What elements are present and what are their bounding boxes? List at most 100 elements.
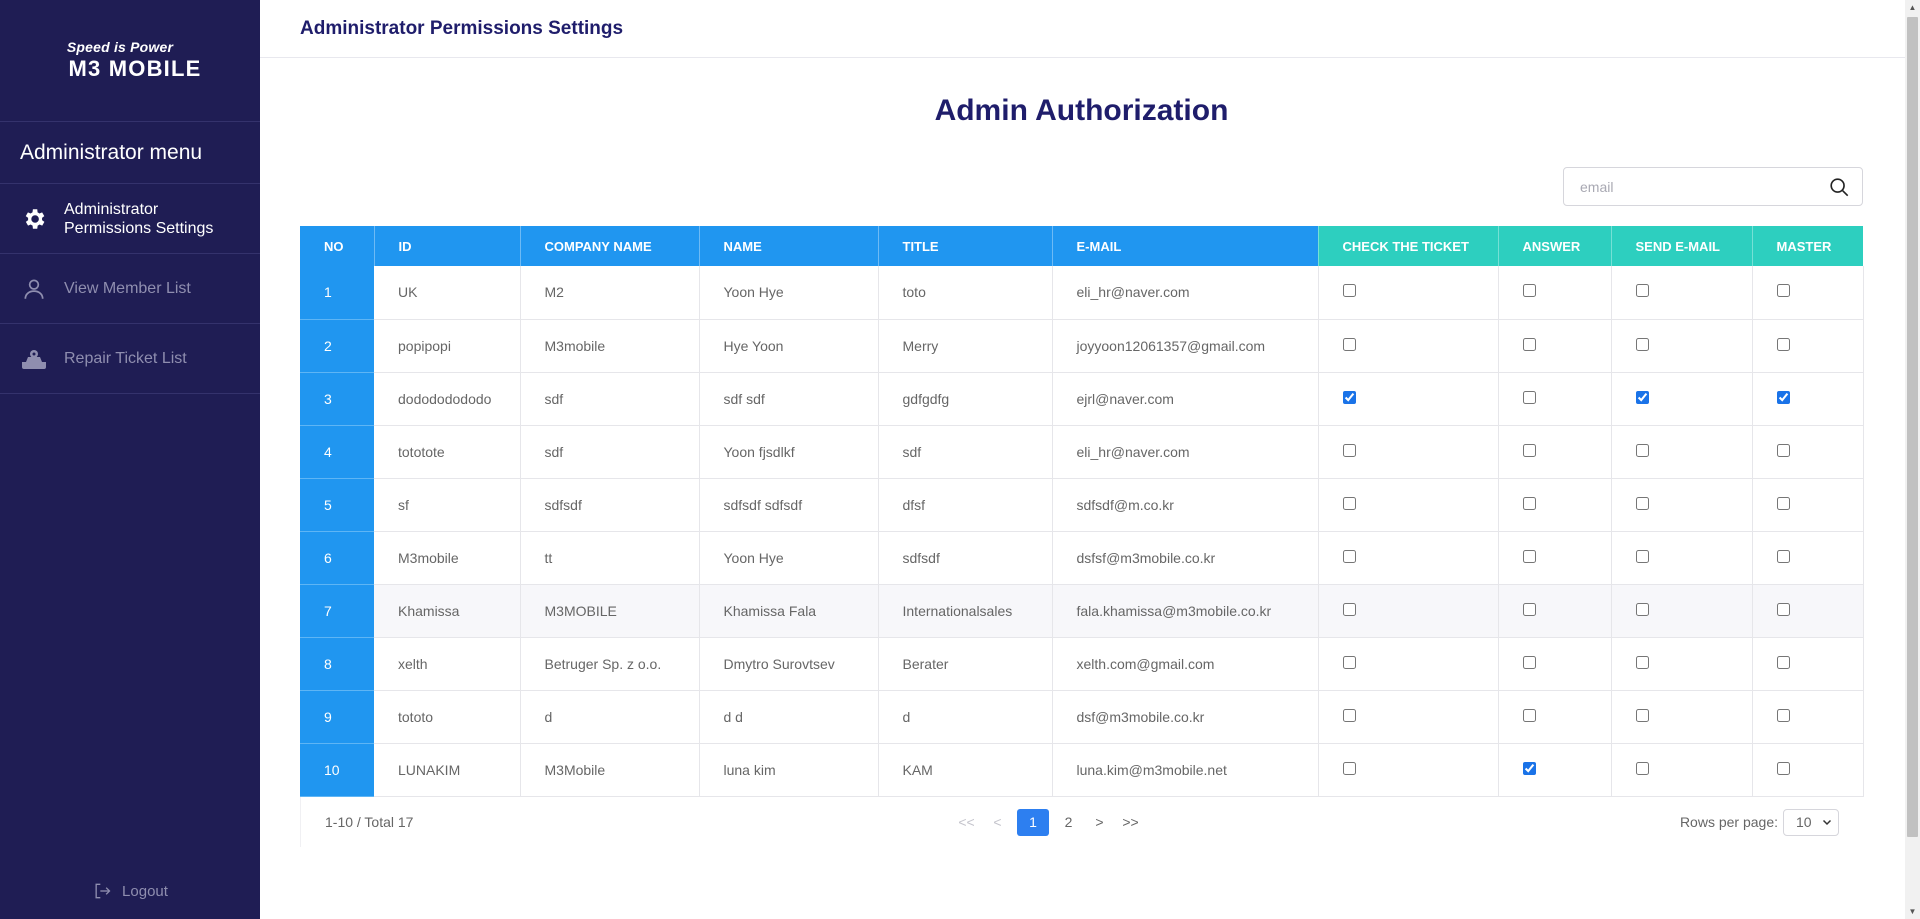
- send-email-checkbox[interactable]: [1635, 602, 1649, 616]
- send-email-checkbox[interactable]: [1635, 708, 1649, 722]
- master-checkbox[interactable]: [1776, 337, 1790, 351]
- pagination: << < 1 2 > >>: [951, 808, 1146, 836]
- check-ticket-checkbox[interactable]: [1342, 655, 1356, 669]
- answer-checkbox[interactable]: [1522, 655, 1536, 669]
- answer-checkbox[interactable]: [1522, 284, 1536, 298]
- last-page-button[interactable]: >>: [1115, 814, 1146, 830]
- answer-checkbox[interactable]: [1522, 496, 1536, 510]
- page-button-1[interactable]: 1: [1017, 808, 1049, 836]
- email-search-input[interactable]: [1580, 178, 1828, 195]
- column-header-answer[interactable]: ANSWER: [1498, 226, 1612, 266]
- answer-checkbox[interactable]: [1522, 602, 1536, 616]
- page-button-2[interactable]: 2: [1053, 814, 1084, 830]
- column-header-company-name[interactable]: COMPANY NAME: [520, 226, 700, 266]
- cell-no: 7: [300, 584, 374, 638]
- cell-user-id: sf: [374, 478, 521, 532]
- answer-checkbox[interactable]: [1522, 337, 1536, 351]
- scroll-up-arrow[interactable]: ▲: [1905, 0, 1920, 15]
- sidebar-item-label: Administrator Permissions Settings: [64, 200, 213, 238]
- check-ticket-checkbox[interactable]: [1342, 602, 1356, 616]
- table-header-row: NO ID COMPANY NAME NAME TITLE E-MAIL CHE…: [300, 226, 1864, 266]
- cell-title: d: [878, 690, 1053, 744]
- cell-title: dfsf: [878, 478, 1053, 532]
- column-header-title[interactable]: TITLE: [878, 226, 1053, 266]
- check-ticket-checkbox[interactable]: [1342, 337, 1356, 351]
- check-ticket-checkbox[interactable]: [1342, 761, 1356, 775]
- column-header-check-ticket[interactable]: CHECK THE TICKET: [1318, 226, 1499, 266]
- column-header-id[interactable]: ID: [374, 226, 521, 266]
- admin-table: NO ID COMPANY NAME NAME TITLE E-MAIL CHE…: [300, 226, 1864, 797]
- cell-check-ticket: [1318, 637, 1499, 691]
- cell-answer: [1498, 637, 1612, 691]
- check-ticket-checkbox[interactable]: [1342, 708, 1356, 722]
- search-icon[interactable]: [1828, 176, 1850, 198]
- sidebar-item-view-member-list[interactable]: View Member List: [0, 254, 260, 324]
- master-checkbox[interactable]: [1776, 390, 1790, 404]
- cell-master: [1752, 531, 1864, 585]
- send-email-checkbox[interactable]: [1635, 390, 1649, 404]
- answer-checkbox[interactable]: [1522, 443, 1536, 457]
- pagination-range: 1-10 / Total 17: [325, 814, 414, 830]
- sidebar-item-repair-ticket-list[interactable]: Repair Ticket List: [0, 324, 260, 394]
- cell-no: 2: [300, 319, 374, 373]
- send-email-checkbox[interactable]: [1635, 761, 1649, 775]
- logo[interactable]: Speed is Power M3 MOBILE: [0, 0, 260, 122]
- master-checkbox[interactable]: [1776, 284, 1790, 298]
- cell-email: eli_hr@naver.com: [1052, 425, 1319, 479]
- logout-button[interactable]: Logout: [0, 881, 260, 901]
- send-email-checkbox[interactable]: [1635, 549, 1649, 563]
- cell-check-ticket: [1318, 425, 1499, 479]
- answer-checkbox[interactable]: [1522, 761, 1536, 775]
- cell-title: Berater: [878, 637, 1053, 691]
- check-ticket-checkbox[interactable]: [1342, 390, 1356, 404]
- send-email-checkbox[interactable]: [1635, 443, 1649, 457]
- table-row: 6 M3mobile tt Yoon Hye sdfsdf dsfsf@m3mobile.…: [300, 531, 1864, 585]
- check-ticket-checkbox[interactable]: [1342, 549, 1356, 563]
- send-email-checkbox[interactable]: [1635, 337, 1649, 351]
- master-checkbox[interactable]: [1776, 761, 1790, 775]
- column-header-send-email[interactable]: SEND E-MAIL: [1611, 226, 1753, 266]
- cell-user-id: Khamissa: [374, 584, 521, 638]
- answer-checkbox[interactable]: [1522, 708, 1536, 722]
- check-ticket-checkbox[interactable]: [1342, 443, 1356, 457]
- cell-master: [1752, 743, 1864, 797]
- cell-send-email: [1611, 690, 1753, 744]
- check-ticket-checkbox[interactable]: [1342, 496, 1356, 510]
- rows-per-page-select[interactable]: 10: [1783, 808, 1839, 836]
- send-email-checkbox[interactable]: [1635, 496, 1649, 510]
- cell-user-id: xelth: [374, 637, 521, 691]
- first-page-button[interactable]: <<: [951, 814, 982, 830]
- cell-check-ticket: [1318, 531, 1499, 585]
- prev-page-button[interactable]: <: [982, 814, 1013, 830]
- table-row: 1 UK M2 Yoon Hye toto eli_hr@naver.com: [300, 266, 1864, 320]
- master-checkbox[interactable]: [1776, 549, 1790, 563]
- cell-answer: [1498, 531, 1612, 585]
- cell-check-ticket: [1318, 319, 1499, 373]
- cell-answer: [1498, 478, 1612, 532]
- send-email-checkbox[interactable]: [1635, 284, 1649, 298]
- column-header-master[interactable]: MASTER: [1752, 226, 1864, 266]
- send-email-checkbox[interactable]: [1635, 655, 1649, 669]
- sidebar-item-admin-permissions[interactable]: Administrator Permissions Settings: [0, 184, 260, 254]
- page-scrollbar[interactable]: ▲ ▼: [1905, 0, 1920, 919]
- scroll-down-arrow[interactable]: ▼: [1905, 904, 1920, 919]
- column-header-email[interactable]: E-MAIL: [1052, 226, 1319, 266]
- master-checkbox[interactable]: [1776, 496, 1790, 510]
- master-checkbox[interactable]: [1776, 602, 1790, 616]
- answer-checkbox[interactable]: [1522, 549, 1536, 563]
- column-header-no[interactable]: NO: [300, 226, 375, 266]
- cell-company-name: M2: [520, 266, 700, 320]
- next-page-button[interactable]: >: [1084, 814, 1115, 830]
- master-checkbox[interactable]: [1776, 708, 1790, 722]
- check-ticket-checkbox[interactable]: [1342, 284, 1356, 298]
- cell-company-name: sdf: [520, 372, 700, 426]
- scroll-thumb[interactable]: [1907, 17, 1918, 837]
- cell-user-id: totototе: [374, 425, 521, 479]
- cell-email: luna.kim@m3mobile.net: [1052, 743, 1319, 797]
- master-checkbox[interactable]: [1776, 655, 1790, 669]
- cell-master: [1752, 637, 1864, 691]
- master-checkbox[interactable]: [1776, 443, 1790, 457]
- cell-master: [1752, 584, 1864, 638]
- column-header-name[interactable]: NAME: [699, 226, 879, 266]
- answer-checkbox[interactable]: [1522, 390, 1536, 404]
